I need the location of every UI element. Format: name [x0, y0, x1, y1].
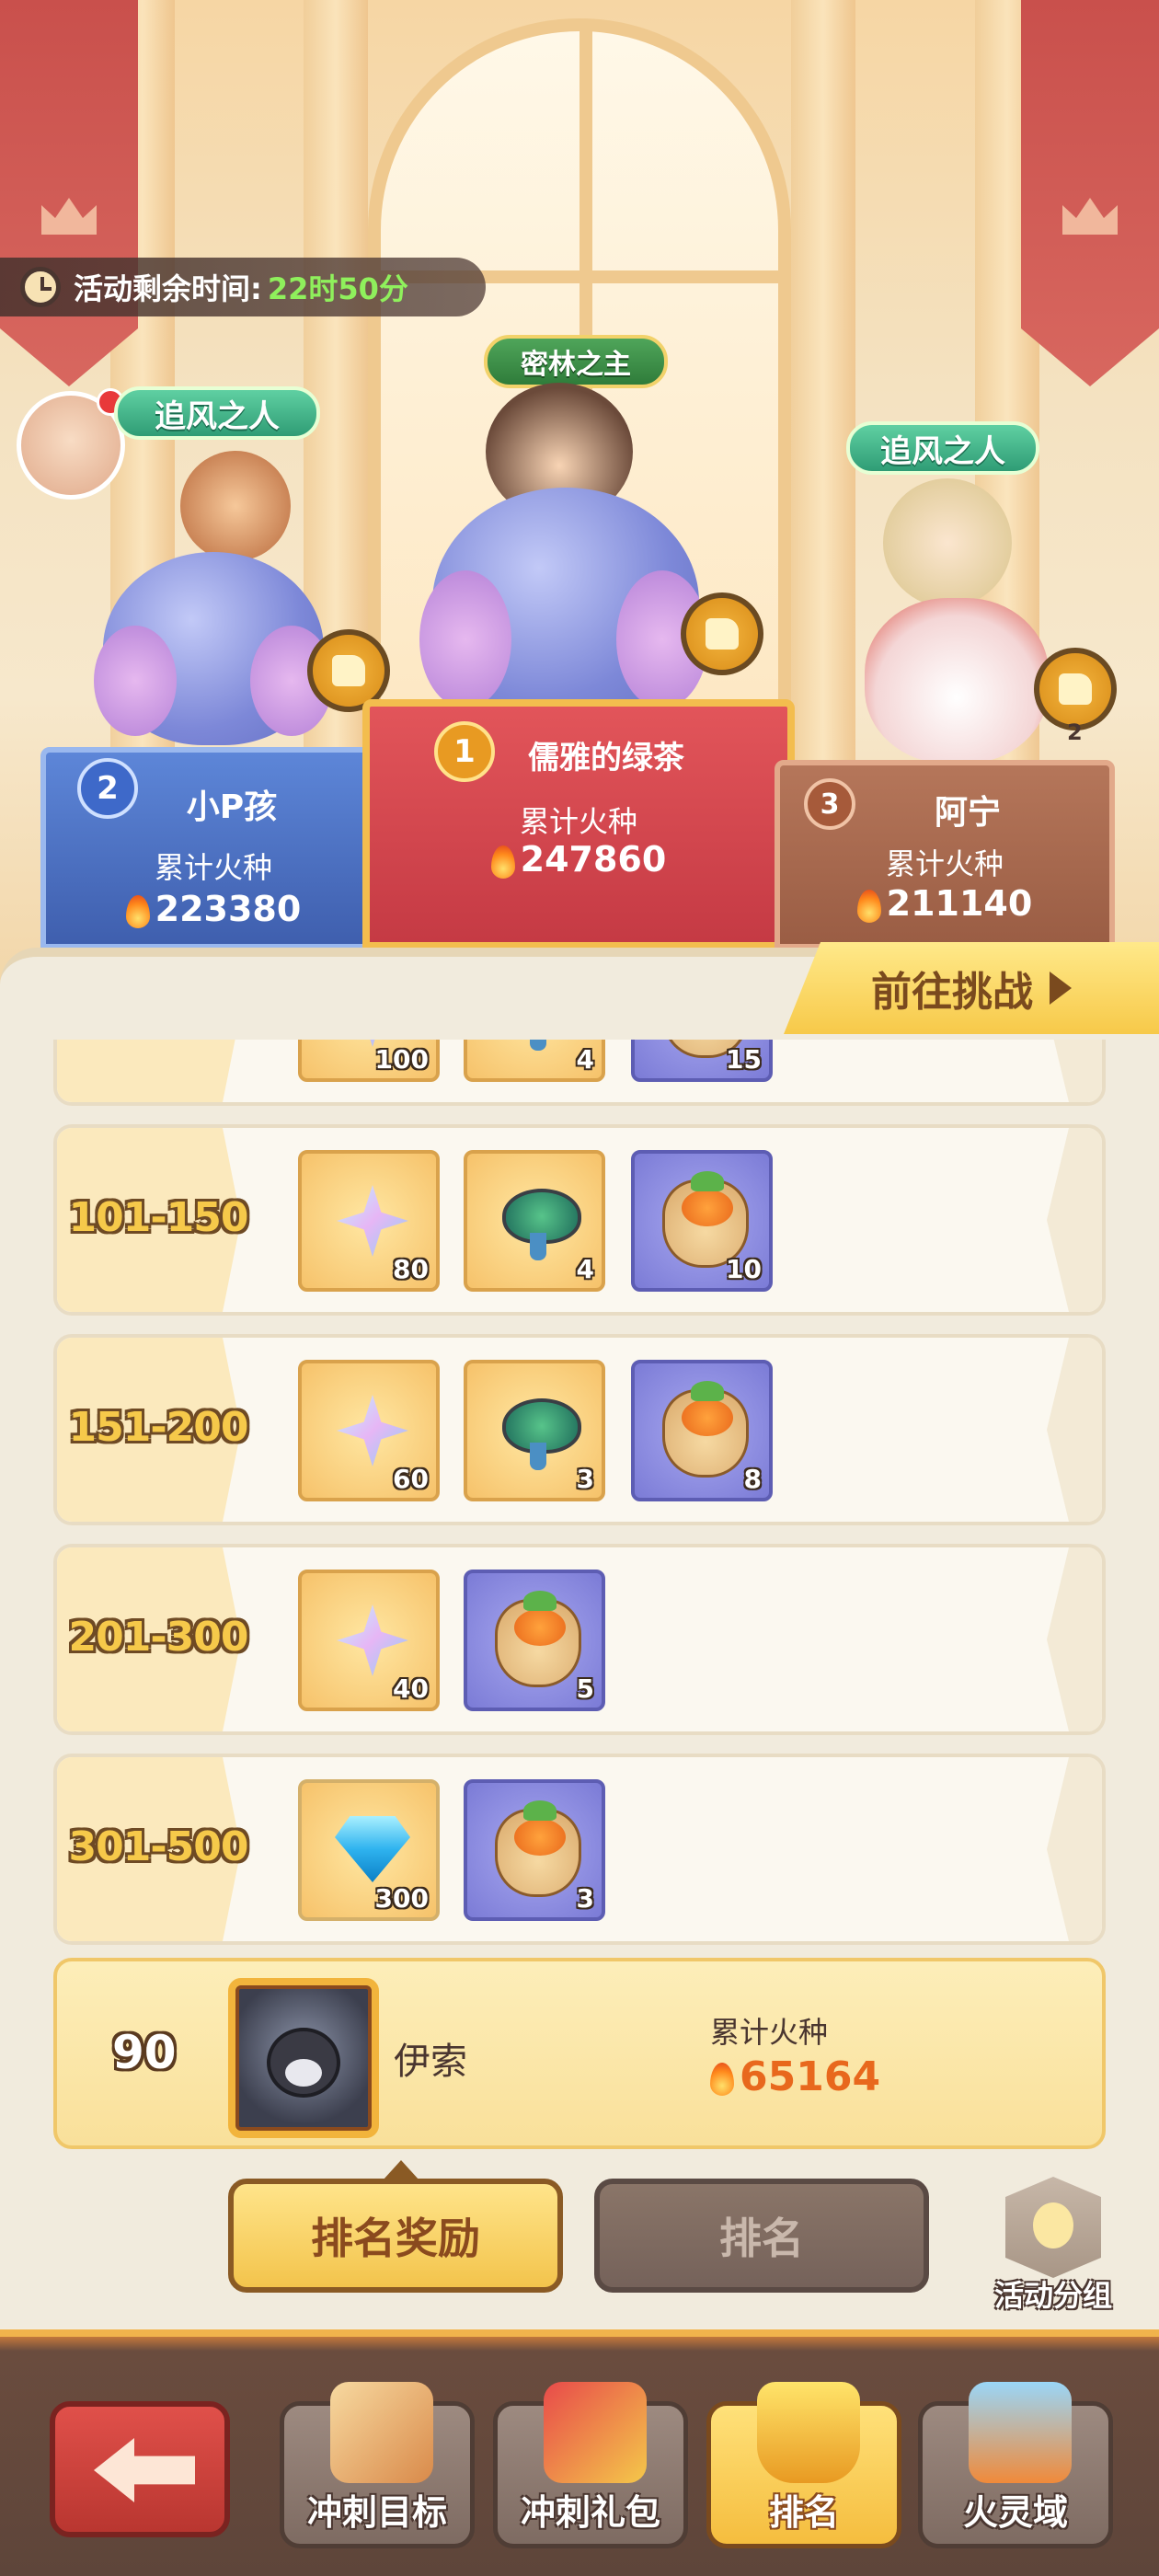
- rank-range: 201-300: [68, 1614, 249, 1661]
- thumbs-up-icon: [332, 655, 365, 686]
- nav-fire-realm[interactable]: 火灵域: [918, 2382, 1113, 2548]
- score-label: 累计火种: [885, 846, 1004, 881]
- play-arrow-icon: [1050, 972, 1072, 1005]
- scroll-icon: [330, 2382, 433, 2483]
- gift-pack-icon: [544, 2382, 647, 2483]
- reward-item[interactable]: 8: [631, 1360, 773, 1501]
- my-rank-number: 90: [112, 2026, 177, 2079]
- rank-range: 101-150: [68, 1194, 249, 1241]
- star-crystal-icon: [337, 1604, 408, 1676]
- flame-icon: [125, 894, 150, 928]
- my-name: 伊索: [394, 2041, 467, 2083]
- clock-icon: [20, 267, 61, 307]
- nav-ranking[interactable]: 排名: [706, 2382, 901, 2548]
- carrot-sack-icon: [495, 1591, 581, 1687]
- score-value: 211140: [780, 883, 1109, 924]
- carrot-sack-icon: [662, 1381, 749, 1478]
- reward-item[interactable]: 300: [298, 1779, 440, 1921]
- spinning-top-icon: [502, 1389, 581, 1472]
- reward-item[interactable]: 80: [298, 1150, 440, 1292]
- like-count: 2: [1067, 719, 1083, 745]
- back-button[interactable]: [50, 2401, 230, 2537]
- mount-character: [94, 552, 333, 745]
- reward-row: 201-300 40 5: [53, 1544, 1106, 1735]
- left-banner: [0, 0, 138, 386]
- event-group-button[interactable]: 活动分组: [975, 2177, 1131, 2315]
- mount-character: [865, 598, 1049, 764]
- nav-sprint-goal[interactable]: 冲刺目标: [280, 2382, 475, 2548]
- flame-icon: [856, 889, 881, 923]
- player-name: 小P孩: [186, 788, 278, 826]
- my-score-value: 65164: [710, 2053, 880, 2100]
- nav-sprint-gift[interactable]: 冲刺礼包: [493, 2382, 688, 2548]
- spinning-top-icon: [502, 1040, 574, 1052]
- star-crystal-icon: [337, 1185, 408, 1257]
- right-banner: [1021, 0, 1159, 386]
- my-avatar-frame[interactable]: [228, 1978, 379, 2138]
- score-label: 累计火种: [519, 804, 637, 839]
- podium-rank-3: 3 阿宁 累计火种 211140: [775, 760, 1115, 949]
- bottom-nav: 冲刺目标 冲刺礼包 排名 火灵域: [0, 2329, 1159, 2576]
- reward-row: 101-150 80 4 10: [53, 1124, 1106, 1316]
- reward-item[interactable]: 3: [464, 1360, 605, 1501]
- crown-icon: [1062, 198, 1118, 235]
- score-value: 223380: [46, 889, 381, 929]
- flame-icon: [490, 845, 515, 879]
- reward-item[interactable]: 40: [298, 1570, 440, 1711]
- like-button[interactable]: [681, 592, 763, 675]
- score-value: 247860: [370, 839, 787, 880]
- reward-item[interactable]: 5: [464, 1570, 605, 1711]
- podium-rank-2: 2 小P孩 累计火种 223380: [40, 747, 386, 949]
- trophy-icon: [757, 2382, 860, 2483]
- tab-ranking[interactable]: 排名: [594, 2179, 929, 2293]
- player-title-tag: 密林之主: [484, 335, 668, 388]
- carrot-sack-icon: [495, 1800, 581, 1897]
- reward-item[interactable]: 4: [464, 1040, 605, 1082]
- my-rank-row: 90 伊索 累计火种 65164: [53, 1958, 1106, 2149]
- reward-item[interactable]: 4: [464, 1150, 605, 1292]
- star-crystal-icon: [337, 1395, 408, 1466]
- player-title-tag: 追风之人: [846, 421, 1039, 475]
- podium-rank-1: 1 儒雅的绿茶 累计火种 247860: [362, 699, 795, 949]
- tab-rank-reward[interactable]: 排名奖励: [228, 2160, 563, 2293]
- spinning-top-icon: [502, 1179, 581, 1262]
- mount-character: [419, 488, 708, 718]
- group-icon: [1005, 2177, 1101, 2278]
- player-name: 阿宁: [934, 794, 1001, 832]
- reward-row: 301-500 300 3: [53, 1754, 1106, 1945]
- reward-item[interactable]: 10: [631, 1150, 773, 1292]
- crown-icon: [41, 198, 97, 235]
- group-label: 活动分组: [993, 2278, 1112, 2313]
- rank-range: 151-200: [68, 1404, 249, 1451]
- like-button[interactable]: [1034, 648, 1117, 730]
- player-name: 儒雅的绿茶: [528, 740, 684, 776]
- reward-row-clip: 100 4 15: [0, 1040, 1159, 1106]
- player-avatar[interactable]: [17, 388, 125, 500]
- reward-item[interactable]: 100: [298, 1040, 440, 1082]
- challenge-label: 前往挑战: [871, 969, 1033, 1016]
- reward-item[interactable]: 60: [298, 1360, 440, 1501]
- event-timer: 活动剩余时间: 22时50分: [0, 258, 486, 316]
- reward-item[interactable]: 15: [631, 1040, 773, 1082]
- my-score-label: 累计火种: [710, 2015, 829, 2050]
- thumbs-up-icon: [1059, 673, 1092, 705]
- reward-row: 151-200 60 3 8: [53, 1334, 1106, 1525]
- thumbs-up-icon: [706, 618, 739, 650]
- reward-row: 100 4 15: [53, 1040, 1106, 1106]
- player-title-tag: 追风之人: [114, 386, 320, 440]
- sword-shield-icon: [969, 2382, 1072, 2483]
- rank-range: 301-500: [68, 1823, 249, 1870]
- score-label: 累计火种: [154, 850, 272, 885]
- rider-character: [180, 451, 291, 561]
- reward-item[interactable]: 3: [464, 1779, 605, 1921]
- go-challenge-button[interactable]: 前往挑战: [784, 942, 1159, 1034]
- timer-value: 22时50分: [267, 271, 408, 306]
- rider-character: [883, 478, 1012, 607]
- timer-label: 活动剩余时间:: [74, 271, 262, 306]
- back-arrow-icon: [94, 2438, 195, 2502]
- diamond-icon: [335, 1816, 410, 1882]
- flame-icon: [710, 2063, 734, 2096]
